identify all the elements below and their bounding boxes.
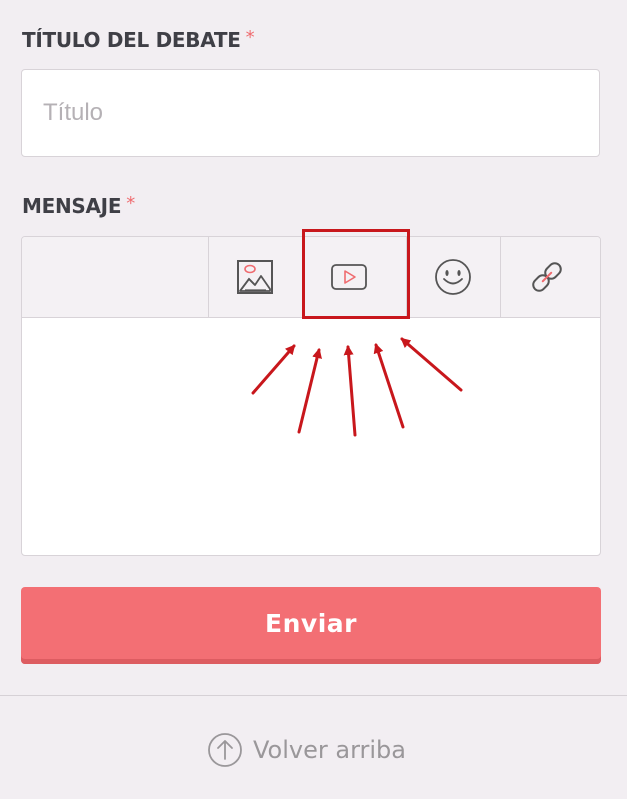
message-textarea[interactable]	[22, 317, 600, 555]
insert-video-button[interactable]	[302, 237, 395, 317]
editor-toolbar	[22, 237, 600, 318]
title-input[interactable]	[21, 69, 600, 157]
submit-button[interactable]: Enviar	[21, 587, 601, 664]
arrow-up-circle-icon	[208, 733, 242, 767]
back-to-top-label: Volver arriba	[253, 736, 406, 764]
required-mark: *	[245, 27, 255, 48]
message-editor	[21, 236, 601, 556]
link-icon	[532, 262, 562, 292]
footer-divider	[0, 695, 627, 696]
required-mark: *	[126, 193, 135, 214]
title-label-text: TÍTULO DEL DEBATE	[22, 28, 241, 52]
insert-link-button[interactable]	[500, 237, 593, 317]
message-label-text: MENSAJE	[22, 194, 122, 218]
title-label: TÍTULO DEL DEBATE *	[22, 27, 255, 52]
image-icon	[237, 260, 273, 294]
back-to-top-link[interactable]: Volver arriba	[207, 731, 406, 769]
insert-emoji-button[interactable]	[406, 237, 499, 317]
smiley-icon	[435, 259, 471, 295]
insert-image-button[interactable]	[208, 237, 301, 317]
video-play-icon	[331, 264, 367, 290]
message-label: MENSAJE *	[22, 193, 135, 218]
